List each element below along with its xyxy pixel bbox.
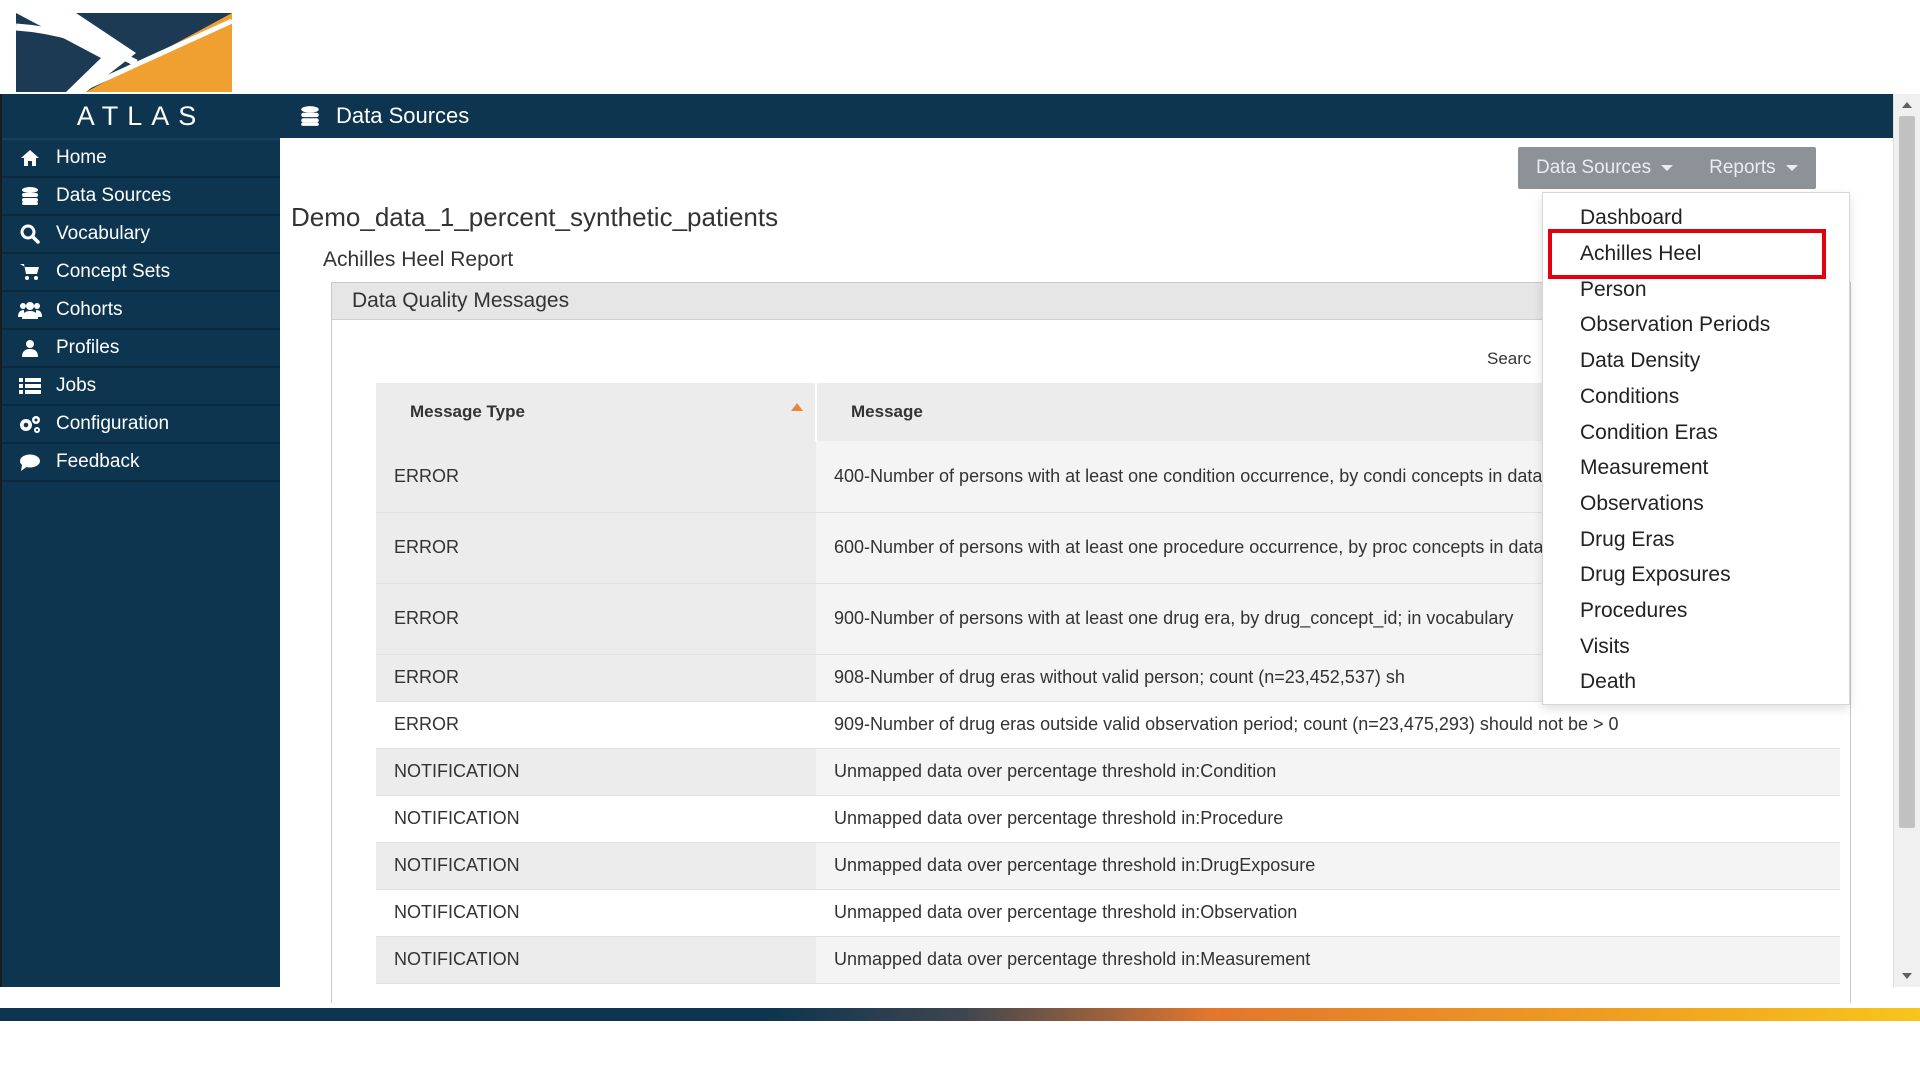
message-cell: Unmapped data over percentage threshold … <box>816 889 1840 937</box>
table-row: ERROR 909-Number of drug eras outside va… <box>376 701 1840 749</box>
message-type-cell: ERROR <box>376 701 816 749</box>
users-icon <box>18 300 42 320</box>
scroll-down-icon[interactable] <box>1902 973 1912 979</box>
message-type-cell: NOTIFICATION <box>376 936 816 984</box>
page-header: Data Sources <box>280 94 1893 138</box>
sidebar-item-concept-sets[interactable]: Concept Sets <box>2 254 280 292</box>
menu-item-procedures[interactable]: Procedures <box>1580 599 1687 623</box>
menu-item-measurement[interactable]: Measurement <box>1580 456 1708 480</box>
home-icon <box>18 148 42 168</box>
sidebar-item-jobs[interactable]: Jobs <box>2 368 280 406</box>
menu-item-drug-eras[interactable]: Drug Eras <box>1580 528 1675 552</box>
sidebar-item-label: Feedback <box>56 451 140 472</box>
sidebar-item-home[interactable]: Home <box>2 140 280 178</box>
table-row: NOTIFICATION Unmapped data over percenta… <box>376 842 1840 890</box>
message-type-cell: NOTIFICATION <box>376 842 816 890</box>
message-cell: Unmapped data over percentage threshold … <box>816 936 1840 984</box>
brand-title: ATLAS <box>2 94 280 140</box>
sidebar-item-profiles[interactable]: Profiles <box>2 330 280 368</box>
data-sources-dropdown-button[interactable]: Data Sources <box>1518 147 1691 189</box>
menu-item-dashboard[interactable]: Dashboard <box>1580 206 1683 230</box>
search-icon <box>18 224 42 244</box>
page-title: Data Sources <box>336 103 470 128</box>
atlas-logo <box>16 13 232 92</box>
sidebar-item-cohorts[interactable]: Cohorts <box>2 292 280 330</box>
search-label: Searc <box>1487 349 1532 368</box>
message-type-cell: NOTIFICATION <box>376 889 816 937</box>
message-cell: Unmapped data over percentage threshold … <box>816 748 1840 796</box>
report-title: Achilles Heel Report <box>323 248 514 271</box>
sidebar-item-data-sources[interactable]: Data Sources <box>2 178 280 216</box>
menu-item-data-density[interactable]: Data Density <box>1580 349 1700 373</box>
sidebar-item-configuration[interactable]: Configuration <box>2 406 280 444</box>
list-icon <box>18 376 42 396</box>
highlight-box <box>1548 229 1826 279</box>
menu-item-person[interactable]: Person <box>1580 278 1647 302</box>
scroll-up-icon[interactable] <box>1902 102 1912 108</box>
message-type-cell: ERROR <box>376 583 816 655</box>
sidebar-item-vocabulary[interactable]: Vocabulary <box>2 216 280 254</box>
message-type-cell: ERROR <box>376 654 816 702</box>
message-type-cell: ERROR <box>376 512 816 584</box>
menu-item-visits[interactable]: Visits <box>1580 635 1630 659</box>
vertical-scrollbar[interactable] <box>1893 94 1920 987</box>
sidebar-item-feedback[interactable]: Feedback <box>2 444 280 482</box>
sidebar-item-label: Configuration <box>56 413 170 434</box>
menu-item-death[interactable]: Death <box>1580 670 1636 694</box>
message-cell: 909-Number of drug eras outside valid ob… <box>816 701 1840 749</box>
data-sources-button-label: Data Sources <box>1536 157 1652 178</box>
database-icon <box>300 105 320 127</box>
message-cell: Unmapped data over percentage threshold … <box>816 842 1840 890</box>
sidebar-item-label: Profiles <box>56 337 120 358</box>
shopping-cart-icon <box>18 262 42 282</box>
caret-down-icon <box>1785 165 1798 171</box>
sort-ascending-icon <box>791 403 803 411</box>
table-row: NOTIFICATION Unmapped data over percenta… <box>376 748 1840 796</box>
column-header-message-type[interactable]: Message Type <box>376 383 817 441</box>
database-icon <box>18 186 42 206</box>
table-row: NOTIFICATION Unmapped data over percenta… <box>376 936 1840 984</box>
menu-item-drug-exposures[interactable]: Drug Exposures <box>1580 563 1731 587</box>
message-cell: Unmapped data over percentage threshold … <box>816 795 1840 843</box>
footer-gradient-bar <box>0 1008 1920 1021</box>
table-row: NOTIFICATION Unmapped data over percenta… <box>376 889 1840 937</box>
report-toolbar: Data Sources Reports <box>1518 147 1816 189</box>
reports-dropdown-button[interactable]: Reports <box>1691 147 1816 189</box>
source-title: Demo_data_1_percent_synthetic_patients <box>291 202 779 232</box>
comment-icon <box>18 452 42 472</box>
sidebar-item-label: Jobs <box>56 375 97 396</box>
sidebar-item-label: Concept Sets <box>56 261 171 282</box>
menu-item-observations[interactable]: Observations <box>1580 492 1704 516</box>
message-type-cell: NOTIFICATION <box>376 795 816 843</box>
user-icon <box>18 338 42 358</box>
sidebar-item-label: Vocabulary <box>56 223 151 244</box>
menu-item-condition-eras[interactable]: Condition Eras <box>1580 421 1718 445</box>
caret-down-icon <box>1661 165 1674 171</box>
message-type-cell: NOTIFICATION <box>376 748 816 796</box>
sidebar-item-label: Cohorts <box>56 299 123 320</box>
gears-icon <box>18 414 42 434</box>
menu-item-conditions[interactable]: Conditions <box>1580 385 1679 409</box>
sidebar-item-label: Home <box>56 147 107 168</box>
message-type-cell: ERROR <box>376 441 816 513</box>
scrollbar-thumb[interactable] <box>1899 116 1915 828</box>
table-row: NOTIFICATION Unmapped data over percenta… <box>376 795 1840 843</box>
sidebar-item-label: Data Sources <box>56 185 172 206</box>
sidebar: ATLAS Home Data Sources Vocabulary Conce… <box>0 94 280 987</box>
menu-item-observation-periods[interactable]: Observation Periods <box>1580 313 1770 337</box>
reports-button-label: Reports <box>1709 157 1776 178</box>
